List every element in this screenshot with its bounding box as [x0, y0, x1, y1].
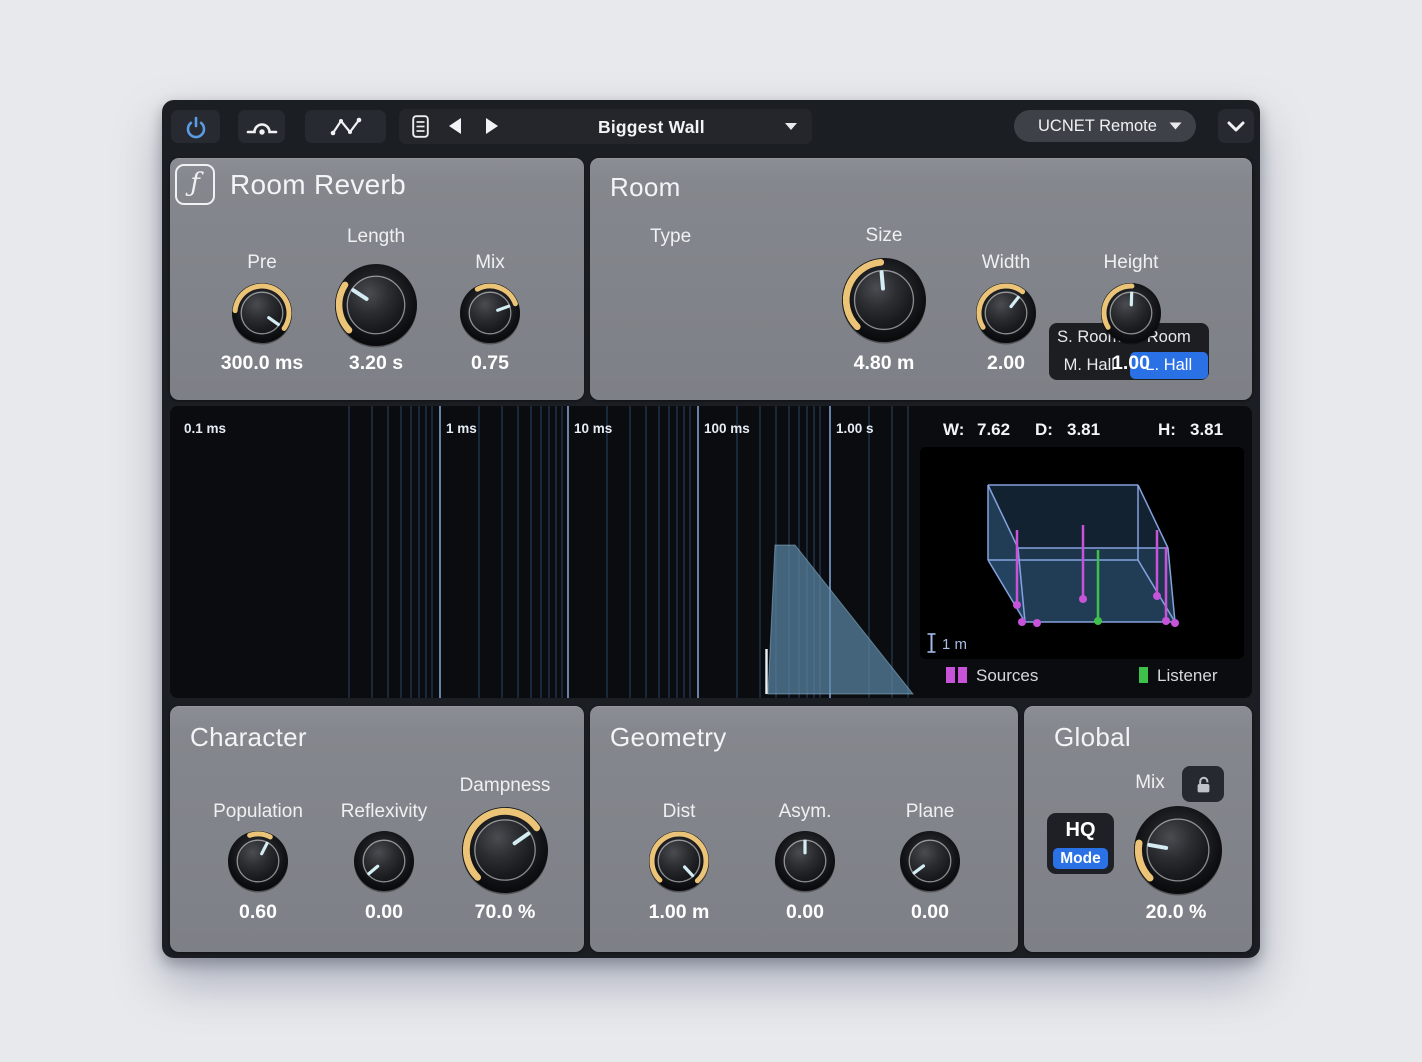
reverb-decay-display: 0.1 ms 1 ms 10 ms 100 ms 1.00 s W: 7.62 D: 3.81 H… — [170, 406, 1252, 698]
hq-label: HQ — [1047, 819, 1114, 842]
asym-knob[interactable] — [768, 824, 842, 898]
previous-preset-button[interactable] — [447, 117, 463, 135]
room-reverb-plugin-window: Biggest Wall UCNET Remote ƒ Room Reverb — [162, 100, 1260, 958]
preset-name: Biggest Wall — [598, 117, 705, 138]
global-mix-label: Mix — [1120, 772, 1180, 794]
svg-text:3.81: 3.81 — [1190, 420, 1223, 439]
svg-text:W:: W: — [943, 420, 964, 439]
mix-knob[interactable] — [453, 276, 527, 350]
fender-logo: ƒ — [175, 164, 215, 205]
svg-text:1 ms: 1 ms — [446, 421, 477, 436]
bypass-button[interactable] — [238, 110, 285, 143]
type-label: Type — [650, 226, 691, 248]
collapse-button[interactable] — [1218, 109, 1254, 143]
geometry-panel-title: Geometry — [610, 722, 727, 753]
preset-list-icon — [412, 115, 429, 138]
power-icon — [183, 114, 209, 140]
dist-knob[interactable] — [642, 824, 716, 898]
plugin-title: Room Reverb — [230, 169, 406, 201]
length-knob[interactable] — [328, 257, 424, 353]
power-button[interactable] — [171, 110, 220, 143]
room-panel-title: Room — [610, 172, 681, 203]
svg-text:0.1 ms: 0.1 ms — [184, 421, 226, 436]
svg-text:Sources: Sources — [976, 666, 1038, 685]
next-preset-button[interactable] — [484, 117, 500, 135]
remote-dropdown[interactable]: UCNET Remote — [1014, 110, 1196, 142]
type-option-l-hall[interactable]: L. Hall — [1130, 352, 1209, 379]
pre-knob[interactable] — [225, 276, 299, 350]
global-panel-title: Global — [1054, 722, 1131, 753]
svg-text:1 m: 1 m — [942, 636, 967, 653]
automation-curve-icon — [329, 117, 363, 137]
width-knob[interactable] — [969, 276, 1043, 350]
height-knob[interactable] — [1094, 276, 1168, 350]
size-knob[interactable] — [835, 251, 933, 349]
reflexivity-knob[interactable] — [347, 824, 421, 898]
svg-text:1.00 s: 1.00 s — [836, 421, 874, 436]
type-option-m-hall[interactable]: M. Hall — [1050, 352, 1129, 379]
reverb-visualizer[interactable]: 0.1 ms 1 ms 10 ms 100 ms 1.00 s W: 7.62 D: 3.81 H… — [170, 406, 1252, 698]
svg-text:H:: H: — [1158, 420, 1176, 439]
dampness-knob[interactable] — [455, 800, 555, 900]
mix-lock-button[interactable] — [1182, 766, 1224, 802]
population-knob[interactable] — [221, 824, 295, 898]
remote-label: UCNET Remote — [1038, 117, 1157, 136]
remote-caret-icon — [1169, 122, 1182, 130]
global-mix-knob[interactable] — [1127, 799, 1229, 901]
svg-text:D:: D: — [1035, 420, 1053, 439]
plugin-stage: Biggest Wall UCNET Remote ƒ Room Reverb — [0, 0, 1422, 1062]
automation-button[interactable] — [305, 110, 386, 143]
svg-text:Listener: Listener — [1157, 666, 1218, 685]
character-panel-title: Character — [190, 722, 307, 753]
svg-text:10 ms: 10 ms — [574, 421, 612, 436]
preset-bar[interactable]: Biggest Wall — [399, 109, 812, 144]
hq-mode-toggle[interactable]: HQ Mode — [1047, 813, 1114, 874]
svg-text:7.62: 7.62 — [977, 420, 1010, 439]
lock-icon — [1194, 775, 1213, 794]
preset-dropdown-caret-icon — [784, 122, 798, 131]
chevron-down-icon — [1227, 121, 1245, 132]
svg-text:100 ms: 100 ms — [704, 421, 750, 436]
plane-knob[interactable] — [893, 824, 967, 898]
bypass-curve-icon — [246, 117, 278, 137]
mode-badge: Mode — [1053, 848, 1108, 869]
svg-text:3.81: 3.81 — [1067, 420, 1100, 439]
